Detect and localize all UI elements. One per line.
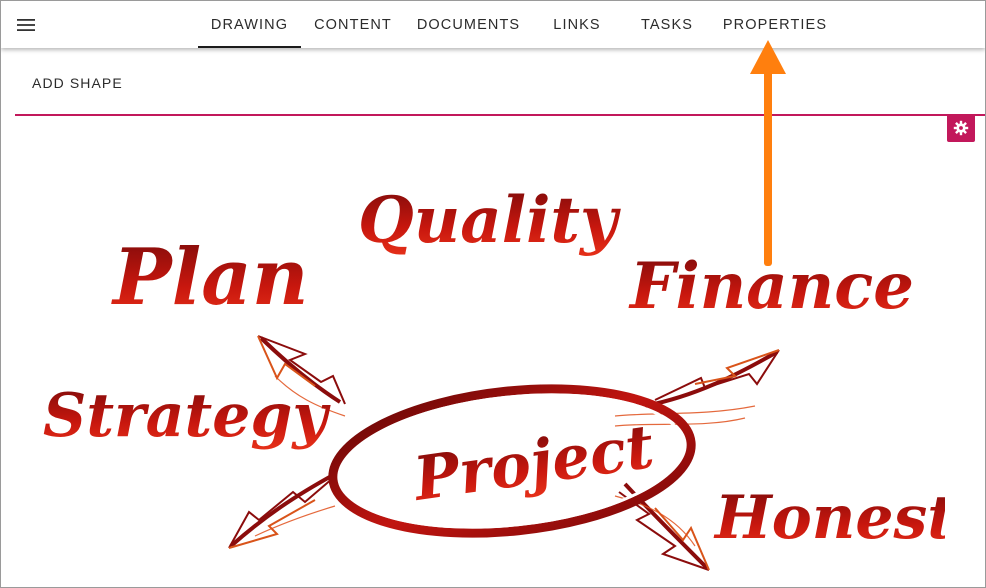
callout-arrow-icon (750, 40, 786, 266)
top-app-bar: DRAWING CONTENT DOCUMENTS LINKS TASKS PR… (1, 1, 985, 48)
gear-icon (953, 120, 969, 136)
tab-label: DOCUMENTS (416, 16, 521, 33)
tab-documents[interactable]: DOCUMENTS (405, 1, 532, 48)
menu-button[interactable] (11, 10, 41, 40)
project-concept-image: Plan Quality Finance Strategy Project Ho… (43, 183, 945, 571)
tab-drawing[interactable]: DRAWING (198, 1, 301, 48)
tab-label: DRAWING (210, 16, 289, 33)
drawing-toolbar: ADD SHAPE (15, 49, 985, 116)
tab-label: CONTENT (314, 16, 392, 33)
app-window: DRAWING CONTENT DOCUMENTS LINKS TASKS PR… (0, 0, 986, 588)
tab-label: LINKS (553, 16, 601, 33)
add-shape-button[interactable]: ADD SHAPE (32, 75, 123, 91)
tab-tasks[interactable]: TASKS (623, 1, 711, 48)
drawing-canvas[interactable]: Plan Quality Finance Strategy Project Ho… (15, 116, 945, 587)
settings-button[interactable] (947, 114, 975, 142)
word-honesty: Honesty (713, 483, 945, 553)
word-plan: Plan (111, 232, 309, 323)
word-strategy: Strategy (43, 381, 331, 451)
tab-label: TASKS (641, 16, 693, 33)
tab-label: PROPERTIES (722, 16, 828, 33)
word-quality: Quality (358, 183, 621, 258)
tab-links[interactable]: LINKS (536, 1, 618, 48)
hamburger-menu-icon (17, 19, 35, 31)
tab-content[interactable]: CONTENT (305, 1, 401, 48)
arrow-top-right (644, 349, 780, 408)
